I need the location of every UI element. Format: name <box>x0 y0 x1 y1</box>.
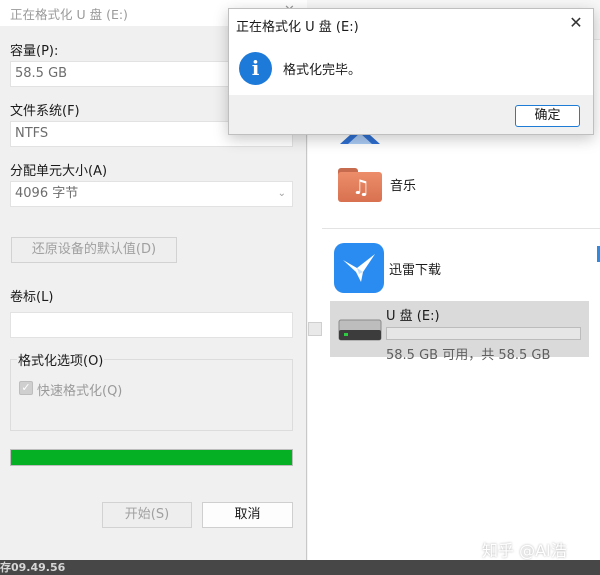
usb-drive-name: U 盘 (E:) <box>386 309 440 324</box>
xunlei-download-label: 迅雷下载 <box>389 262 442 278</box>
xunlei-download-item[interactable]: 迅雷下载 <box>334 243 441 293</box>
message-box-footer: 确定 <box>229 95 593 134</box>
ok-button[interactable]: 确定 <box>515 105 580 127</box>
quick-format-checkbox[interactable]: ✓ <box>19 381 33 395</box>
music-folder-label: 音乐 <box>390 178 417 194</box>
allocation-unit-value: 4096 字节 <box>15 186 79 201</box>
explorer-section-divider <box>322 228 600 229</box>
volume-label-label: 卷标(L) <box>10 290 54 305</box>
usb-drive-usage-bar <box>386 327 581 340</box>
allocation-unit-label: 分配单元大小(A) <box>10 164 108 179</box>
usb-drive-item[interactable]: U 盘 (E:) 58.5 GB 可用，共 58.5 GB <box>330 301 589 363</box>
explorer-scroll-handle[interactable] <box>308 322 322 336</box>
format-options-group-title: 格式化选项(O) <box>17 350 105 369</box>
format-dialog-title: 正在格式化 U 盘 (E:) <box>10 7 128 22</box>
filesystem-label: 文件系统(F) <box>10 104 80 119</box>
taskbar: 存09.49.56 <box>0 560 600 575</box>
xunlei-bird-icon <box>334 243 384 293</box>
restore-defaults-button[interactable]: 还原设备的默认值(D) <box>11 237 177 263</box>
usb-drive-capacity-text: 58.5 GB 可用，共 58.5 GB <box>386 348 551 363</box>
music-folder-icon: ♫ <box>338 166 382 202</box>
start-button[interactable]: 开始(S) <box>102 502 192 528</box>
taskbar-partial-text: 存09.49.56 <box>0 561 66 574</box>
volume-label-input[interactable] <box>10 312 293 338</box>
usb-drive-icon <box>338 319 382 341</box>
message-box-text: 格式化完毕。 <box>283 63 362 78</box>
format-progress-fill <box>11 450 292 465</box>
music-folder-item[interactable]: ♫ 音乐 <box>338 164 416 204</box>
format-progress-bar <box>10 449 293 466</box>
info-icon: i <box>239 52 272 85</box>
format-complete-message-box: 正在格式化 U 盘 (E:) ✕ i 格式化完毕。 确定 <box>228 8 594 135</box>
capacity-label: 容量(P): <box>10 44 59 59</box>
quick-format-label: 快速格式化(Q) <box>37 384 123 399</box>
allocation-unit-select[interactable]: 4096 字节 ⌄ <box>10 181 293 207</box>
cancel-button[interactable]: 取消 <box>202 502 293 528</box>
message-box-title: 正在格式化 U 盘 (E:) <box>236 20 359 35</box>
close-icon[interactable]: ✕ <box>565 12 587 34</box>
chevron-down-icon: ⌄ <box>277 188 286 199</box>
